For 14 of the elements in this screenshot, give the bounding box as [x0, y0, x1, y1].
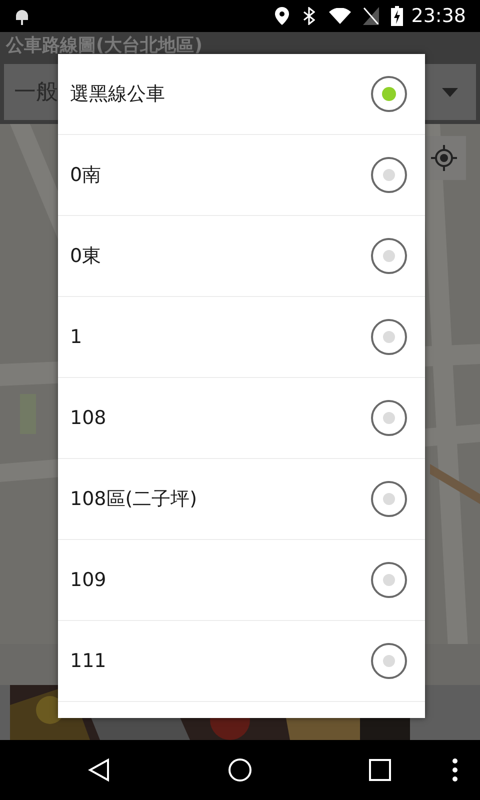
radio-button[interactable]	[371, 76, 407, 112]
location-icon	[275, 7, 290, 25]
clock-time: 23:38	[411, 4, 466, 29]
back-button[interactable]	[88, 758, 110, 782]
route-option[interactable]: 選黑線公車	[58, 54, 425, 135]
more-options-icon[interactable]	[451, 758, 459, 782]
recent-apps-button[interactable]	[369, 759, 391, 781]
dropdown-arrow-icon	[442, 88, 458, 96]
bluetooth-icon	[303, 7, 316, 25]
wifi-icon	[329, 8, 352, 24]
battery-charging-icon	[391, 6, 404, 26]
no-signal-icon	[363, 7, 380, 25]
home-button[interactable]	[228, 758, 252, 782]
app-title: 公車路線圖(大台北地區)	[6, 37, 202, 55]
